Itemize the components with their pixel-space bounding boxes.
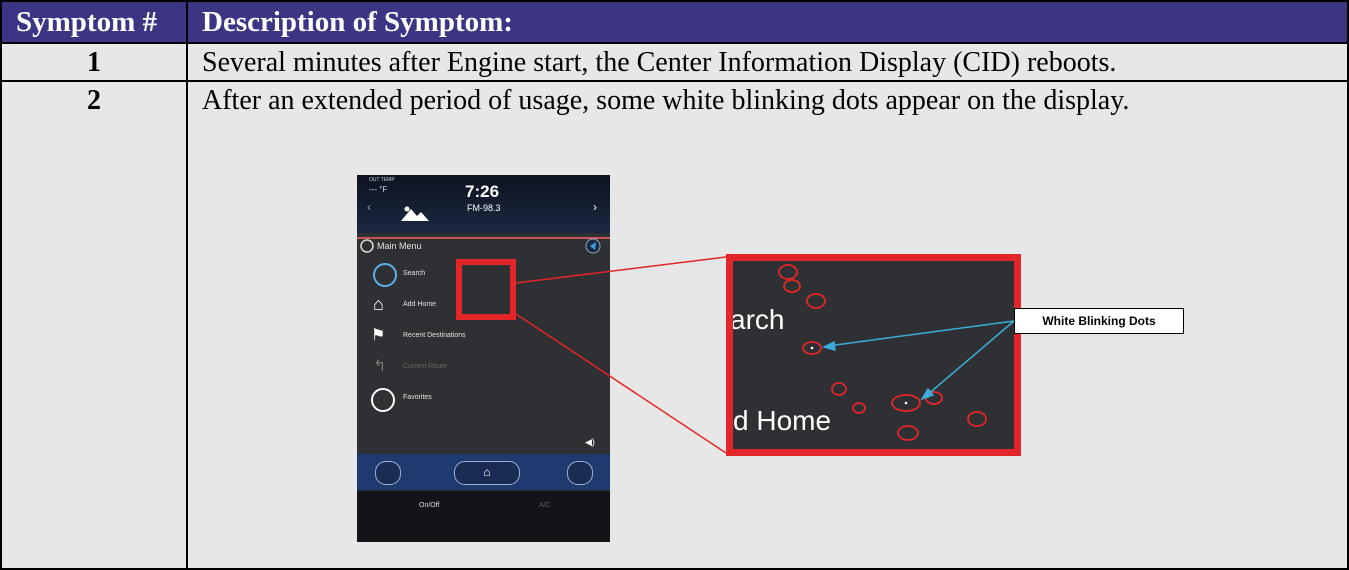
- white-dot: [904, 401, 908, 405]
- dot-circle: [783, 279, 801, 293]
- dot-circle: [778, 264, 798, 280]
- arrow-line-1: [827, 320, 1015, 347]
- arrow-head-1: [821, 340, 836, 352]
- dot-circle: [806, 293, 826, 309]
- dot-circle: [967, 411, 987, 427]
- white-dot: [810, 346, 814, 350]
- dot-circle: [897, 425, 919, 441]
- callout-arrows: [821, 320, 1015, 401]
- connector-line-bottom: [515, 313, 727, 454]
- arrow-line-2: [925, 320, 1015, 397]
- dot-circle: [831, 382, 847, 396]
- connector-line-top: [515, 256, 727, 284]
- annotation-overlay: [515, 256, 1015, 454]
- dot-circle: [852, 402, 866, 414]
- white-blinking-dots-callout: White Blinking Dots: [1014, 308, 1184, 334]
- dot-circles: [778, 264, 987, 441]
